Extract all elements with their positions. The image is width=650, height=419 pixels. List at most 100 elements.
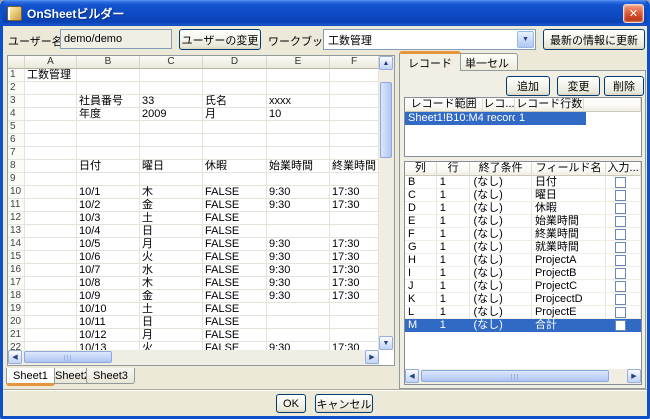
column-header-f[interactable]: F	[330, 56, 379, 69]
grid-cell[interactable]: FALSE	[203, 238, 267, 251]
grid-cell[interactable]	[330, 212, 379, 225]
grid-cell[interactable]	[330, 121, 379, 134]
grid-cell[interactable]	[77, 134, 140, 147]
grid-cell[interactable]: 10/5	[77, 238, 140, 251]
field-list-row[interactable]: L1(なし)ProjectE	[405, 306, 641, 319]
grid-cell[interactable]	[25, 82, 77, 95]
grid-cell[interactable]: 10/8	[77, 277, 140, 290]
field-list-row[interactable]: G1(なし)就業時間	[405, 241, 641, 254]
refresh-button[interactable]: 最新の情報に更新	[543, 29, 645, 50]
workbook-combobox[interactable]: 工数管理	[323, 29, 536, 50]
row-header[interactable]: 11	[8, 199, 25, 212]
field-list-row[interactable]: C1(なし)曜日	[405, 189, 641, 202]
grid-cell[interactable]	[25, 238, 77, 251]
grid-cell[interactable]	[77, 82, 140, 95]
grid-cell[interactable]: FALSE	[203, 316, 267, 329]
grid-cell[interactable]	[25, 225, 77, 238]
scroll-left-icon[interactable]	[8, 350, 22, 364]
grid-cell[interactable]: 10/11	[77, 316, 140, 329]
row-header[interactable]: 5	[8, 121, 25, 134]
grid-cell[interactable]	[330, 134, 379, 147]
input-checkbox[interactable]	[615, 203, 626, 214]
grid-cell[interactable]: 日	[140, 316, 203, 329]
field-list-header-cell[interactable]: 入力...	[606, 162, 641, 176]
grid-horizontal-scrollbar[interactable]	[8, 350, 379, 365]
grid-cell[interactable]	[330, 329, 379, 342]
grid-cell[interactable]	[203, 69, 267, 82]
grid-cell[interactable]	[203, 82, 267, 95]
grid-cell[interactable]: 9:30	[267, 186, 330, 199]
row-header[interactable]: 16	[8, 264, 25, 277]
grid-cell[interactable]: 月	[203, 108, 267, 121]
input-checkbox[interactable]	[615, 190, 626, 201]
field-list-row[interactable]: M1(なし)合計	[405, 319, 641, 332]
chevron-down-icon[interactable]	[517, 31, 534, 48]
column-header-a[interactable]: A	[25, 56, 77, 69]
grid-cell[interactable]: 10/13	[77, 342, 140, 350]
grid-cell[interactable]	[330, 69, 379, 82]
row-header[interactable]: 18	[8, 290, 25, 303]
grid-cell[interactable]	[203, 134, 267, 147]
row-header[interactable]: 21	[8, 329, 25, 342]
grid-cell[interactable]: 17:30	[330, 290, 379, 303]
grid-cell[interactable]	[25, 199, 77, 212]
grid-cell[interactable]	[330, 147, 379, 160]
grid-cell[interactable]	[330, 82, 379, 95]
column-header-d[interactable]: D	[203, 56, 267, 69]
grid-cell[interactable]: 33	[140, 95, 203, 108]
row-header[interactable]: 13	[8, 225, 25, 238]
grid-cell[interactable]: 曜日	[140, 160, 203, 173]
grid-cell[interactable]	[203, 121, 267, 134]
grid-cell[interactable]	[77, 147, 140, 160]
grid-cell[interactable]: 9:30	[267, 199, 330, 212]
vertical-scroll-thumb[interactable]	[380, 82, 392, 158]
record-list-header-cell[interactable]: レコ...	[483, 98, 515, 112]
row-header[interactable]: 7	[8, 147, 25, 160]
grid-cell[interactable]: 土	[140, 212, 203, 225]
grid-cell[interactable]	[267, 82, 330, 95]
record-list-header-cell[interactable]: レコード行数	[515, 98, 584, 112]
delete-button[interactable]: 削除	[604, 76, 644, 96]
grid-cell[interactable]	[140, 82, 203, 95]
grid-cell[interactable]: 火	[140, 251, 203, 264]
grid-cell[interactable]	[25, 108, 77, 121]
field-list-row[interactable]: K1(なし)ProjcectD	[405, 293, 641, 306]
column-header-c[interactable]: C	[140, 56, 203, 69]
grid-cell[interactable]	[140, 121, 203, 134]
field-list-row[interactable]: D1(なし)休暇	[405, 202, 641, 215]
grid-cell[interactable]: 10/9	[77, 290, 140, 303]
horizontal-scroll-thumb[interactable]	[421, 370, 609, 382]
horizontal-scroll-thumb[interactable]	[24, 351, 112, 363]
grid-cell[interactable]: FALSE	[203, 264, 267, 277]
grid-cell[interactable]: 17:30	[330, 199, 379, 212]
input-checkbox[interactable]	[615, 281, 626, 292]
grid-cell[interactable]: 10/6	[77, 251, 140, 264]
change-button[interactable]: 変更	[557, 76, 600, 96]
row-header[interactable]: 2	[8, 82, 25, 95]
row-header[interactable]: 8	[8, 160, 25, 173]
row-header[interactable]: 20	[8, 316, 25, 329]
tab-single-cell[interactable]: 単一セル	[456, 53, 518, 71]
grid-cell[interactable]	[25, 303, 77, 316]
row-header[interactable]: 3	[8, 95, 25, 108]
sheet-tab-1[interactable]: Sheet1	[6, 368, 55, 386]
grid-cell[interactable]: FALSE	[203, 303, 267, 316]
grid-cell[interactable]	[267, 173, 330, 186]
grid-cell[interactable]: xxxx	[267, 95, 330, 108]
change-user-button[interactable]: ユーザーの変更	[179, 29, 261, 50]
grid-cell[interactable]: FALSE	[203, 251, 267, 264]
field-list-header-cell[interactable]: フィールド名	[532, 162, 606, 176]
grid-cell[interactable]	[330, 108, 379, 121]
grid-cell[interactable]	[267, 303, 330, 316]
grid-cell[interactable]: FALSE	[203, 186, 267, 199]
grid-cell[interactable]: 10/3	[77, 212, 140, 225]
grid-cell[interactable]: 17:30	[330, 238, 379, 251]
grid-cell[interactable]	[267, 212, 330, 225]
row-header[interactable]: 17	[8, 277, 25, 290]
grid-cell[interactable]	[25, 251, 77, 264]
user-name-field[interactable]	[60, 29, 172, 49]
grid-cell[interactable]: 9:30	[267, 238, 330, 251]
grid-cell[interactable]: 10/4	[77, 225, 140, 238]
grid-cell[interactable]	[25, 186, 77, 199]
scroll-right-icon[interactable]	[365, 350, 379, 364]
